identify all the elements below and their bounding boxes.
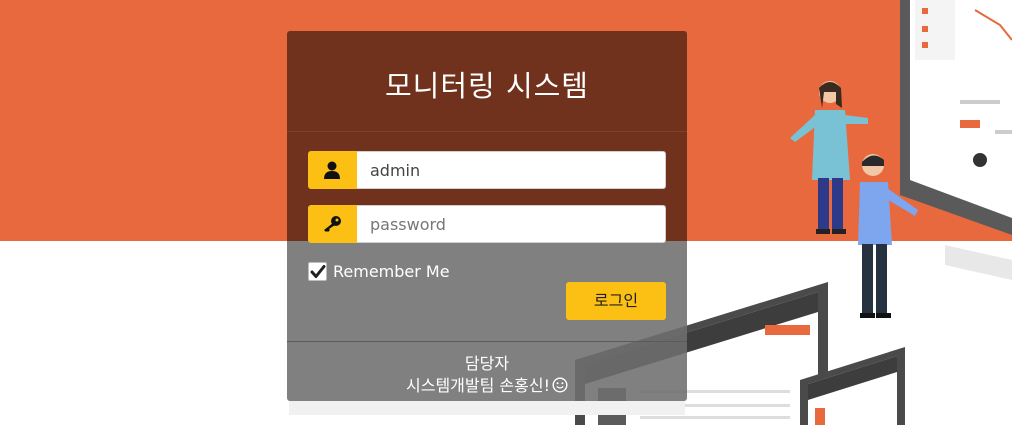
footer-divider xyxy=(287,341,687,342)
footer-contact: 시스템개발팀 손홍신! xyxy=(406,376,550,395)
remember-me-checkbox[interactable] xyxy=(308,261,327,281)
username-addon xyxy=(308,151,357,189)
username-field-group xyxy=(308,151,666,189)
login-panel-header: 모니터링 시스템 xyxy=(287,31,687,131)
check-icon xyxy=(310,264,326,278)
smiley-icon xyxy=(552,377,568,393)
user-icon xyxy=(324,161,340,179)
panel-footer: 담당자 시스템개발팀 손홍신! xyxy=(287,353,687,397)
password-input[interactable] xyxy=(357,205,666,243)
password-addon xyxy=(308,205,357,243)
page-title: 모니터링 시스템 xyxy=(385,69,589,103)
person-illustration-woman xyxy=(790,81,868,234)
monitor-illustration-top xyxy=(900,0,1012,280)
login-button[interactable]: 로그인 xyxy=(566,282,666,320)
footer-contact-line: 시스템개발팀 손홍신! xyxy=(287,375,687,397)
username-input[interactable] xyxy=(357,151,666,189)
remember-me-label[interactable]: Remember Me xyxy=(333,262,450,281)
footer-role: 담당자 xyxy=(464,354,510,373)
login-panel: 모니터링 시스템 Remember Me 로그인 xyxy=(287,31,687,401)
remember-me: Remember Me xyxy=(308,260,450,282)
key-icon xyxy=(324,216,341,232)
panel-bottom-shadow xyxy=(289,401,685,415)
password-field-group xyxy=(308,205,666,243)
